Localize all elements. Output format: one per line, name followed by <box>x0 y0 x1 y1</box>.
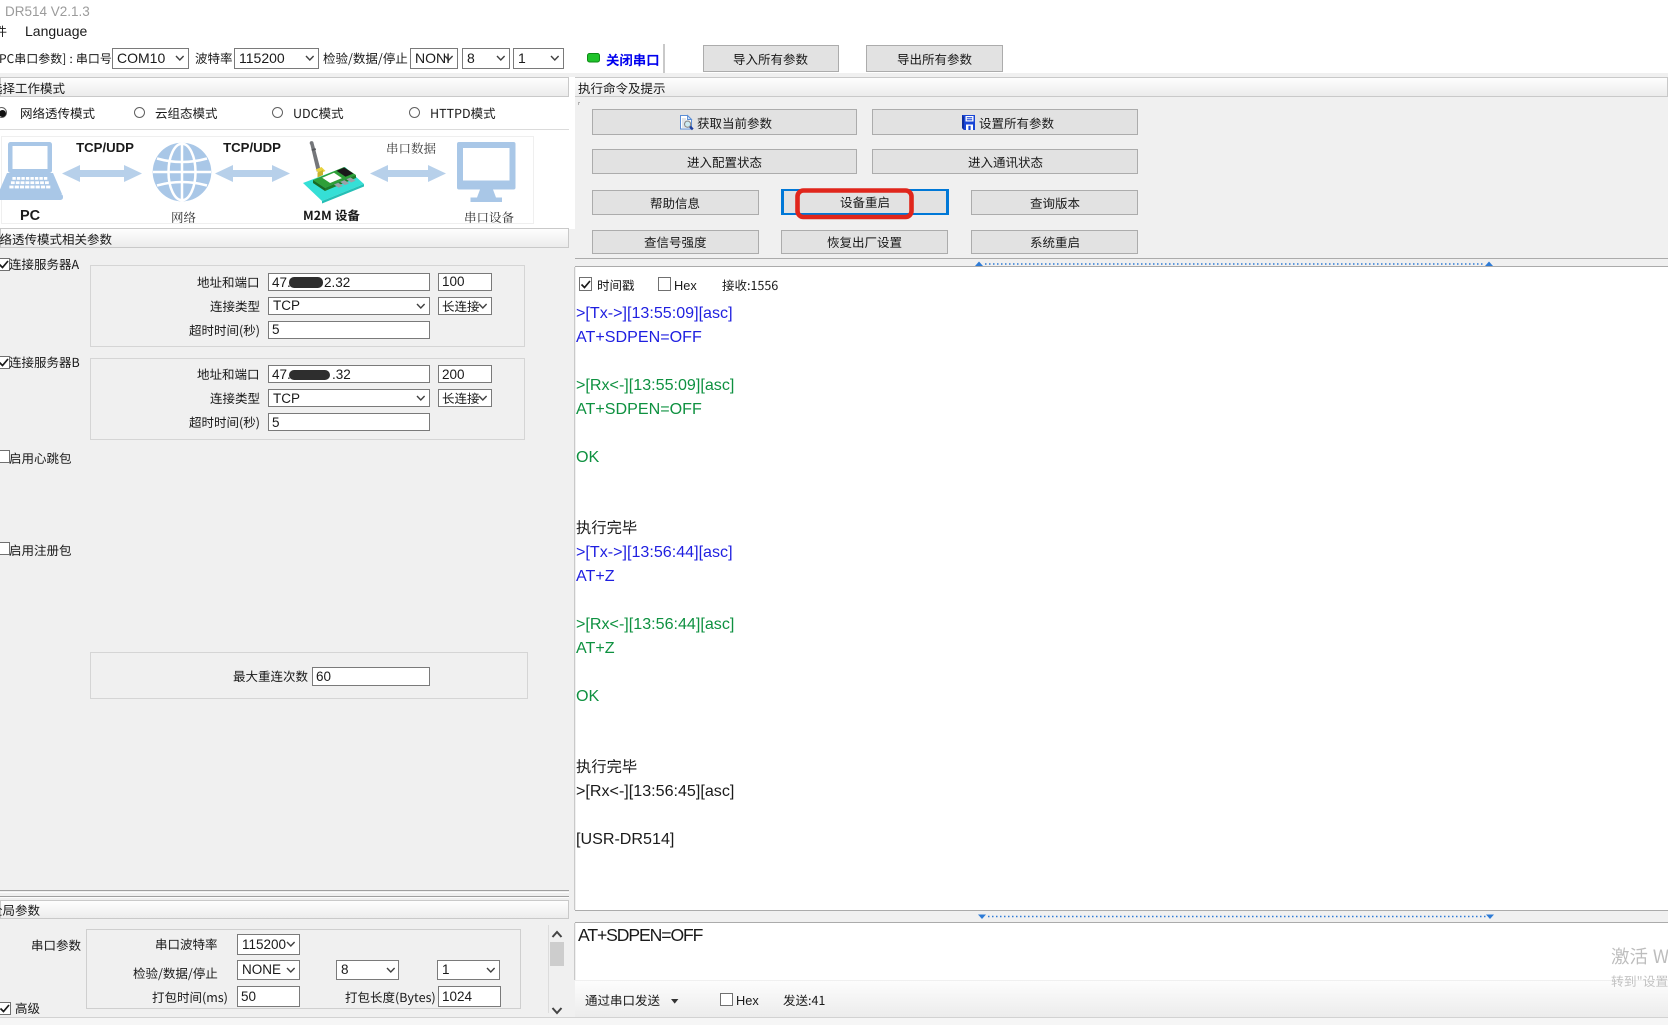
svg-text:DR514 V2.1.3: DR514 V2.1.3 <box>5 4 90 19</box>
svg-text:AT+SDPEN=OFF: AT+SDPEN=OFF <box>576 328 702 346</box>
svg-text:60: 60 <box>316 669 331 684</box>
svg-text:8: 8 <box>341 962 349 977</box>
svg-text:Language: Language <box>25 23 88 39</box>
svg-text:PC: PC <box>20 208 41 224</box>
svg-text:100: 100 <box>442 274 465 289</box>
svg-text:TCP/UDP: TCP/UDP <box>223 140 281 155</box>
svg-text:47.: 47. <box>272 275 291 290</box>
svg-text:OK: OK <box>576 448 600 466</box>
svg-text:>[Rx<-][13:56:44][asc]: >[Rx<-][13:56:44][asc] <box>576 615 734 633</box>
svg-text:47.: 47. <box>272 367 291 382</box>
svg-text:1: 1 <box>518 50 526 66</box>
svg-text:AT+SDPEN=OFF: AT+SDPEN=OFF <box>578 925 704 945</box>
svg-text:NONI: NONI <box>415 50 450 66</box>
svg-text:1024: 1024 <box>442 989 473 1004</box>
svg-text:[USR-DR514]: [USR-DR514] <box>576 830 674 848</box>
svg-text:OK: OK <box>576 687 600 705</box>
svg-text:8: 8 <box>467 50 475 66</box>
svg-text:TCP: TCP <box>273 391 300 406</box>
svg-text:5: 5 <box>272 322 280 337</box>
svg-text:.32: .32 <box>332 367 351 382</box>
svg-text:1: 1 <box>442 962 450 977</box>
svg-text:AT+Z: AT+Z <box>576 639 615 657</box>
svg-text:200: 200 <box>442 367 465 382</box>
svg-text:TCP: TCP <box>273 298 300 313</box>
svg-text:2.32: 2.32 <box>324 275 350 290</box>
svg-text:Hex: Hex <box>674 278 697 293</box>
svg-text:TCP/UDP: TCP/UDP <box>76 140 134 155</box>
svg-text:>[Rx<-][13:55:09][asc]: >[Rx<-][13:55:09][asc] <box>576 376 734 394</box>
svg-text:>[Tx->][13:55:09][asc]: >[Tx->][13:55:09][asc] <box>576 304 733 322</box>
svg-text:AT+Z: AT+Z <box>576 567 615 585</box>
svg-text:AT+SDPEN=OFF: AT+SDPEN=OFF <box>576 400 702 418</box>
svg-text:COM10: COM10 <box>117 50 165 66</box>
svg-text:Hex: Hex <box>736 993 759 1008</box>
svg-text:>[Rx<-][13:56:45][asc]: >[Rx<-][13:56:45][asc] <box>576 782 734 800</box>
svg-text:50: 50 <box>241 989 256 1004</box>
svg-text:NONE: NONE <box>242 962 281 977</box>
svg-text:>[Tx->][13:56:44][asc]: >[Tx->][13:56:44][asc] <box>576 543 733 561</box>
svg-text:115200: 115200 <box>239 50 285 66</box>
svg-text:115200: 115200 <box>242 937 286 952</box>
svg-text:5: 5 <box>272 415 280 430</box>
